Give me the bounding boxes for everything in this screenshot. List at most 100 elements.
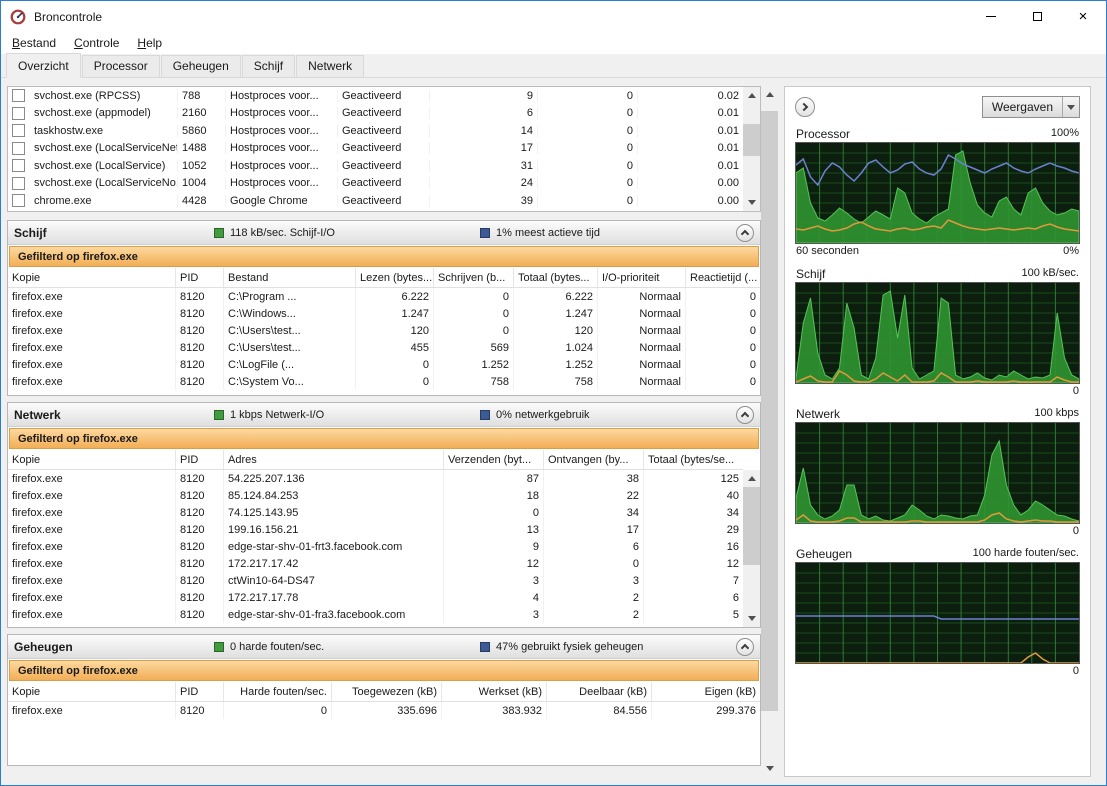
graphs-panel: Weergaven Processor 100% 60 seconden 0%: [784, 86, 1091, 777]
process-description: Google Chrome: [226, 195, 338, 207]
process-checkbox[interactable]: [12, 124, 25, 137]
column-reactietijd[interactable]: Reactietijd (...: [686, 268, 760, 287]
process-row[interactable]: svchost.exe (LocalService) 1052 Hostproc…: [8, 157, 743, 175]
network-row[interactable]: firefox.exe 8120 85.124.84.253 18 22 40: [8, 487, 743, 504]
scroll-down-icon[interactable]: [761, 760, 778, 777]
process-list-scrollbar[interactable]: [743, 87, 760, 211]
network-row[interactable]: firefox.exe 8120 172.217.17.42 12 0 12: [8, 555, 743, 572]
process-avg-cpu: 0.00: [638, 177, 743, 189]
column-lezen[interactable]: Lezen (bytes...: [356, 268, 434, 287]
views-dropdown-button[interactable]: Weergaven: [982, 96, 1080, 118]
minimize-button[interactable]: [968, 1, 1014, 32]
column-eigen[interactable]: Eigen (kB): [652, 682, 760, 701]
network-row[interactable]: firefox.exe 8120 54.225.207.136 87 38 12…: [8, 470, 743, 487]
process-checkbox[interactable]: [12, 194, 25, 207]
scrollbar-thumb[interactable]: [743, 124, 760, 156]
disk-row[interactable]: firefox.exe 8120 C:\Program ... 6.222 0 …: [8, 288, 760, 305]
network-row[interactable]: firefox.exe 8120 172.217.17.78 4 2 6: [8, 589, 743, 606]
process-threads: 39: [430, 195, 538, 207]
main-scrollbar[interactable]: [761, 86, 778, 777]
network-row[interactable]: firefox.exe 8120 ctWin10-64-DS47 3 3 7: [8, 572, 743, 589]
network-row[interactable]: firefox.exe 8120 edge-star-shv-01-frt3.f…: [8, 538, 743, 555]
disk-collapse-button[interactable]: [736, 224, 754, 242]
maximize-icon: [1033, 12, 1042, 21]
process-avg-cpu: 0.01: [638, 160, 743, 172]
chevron-right-icon: [800, 103, 808, 111]
network-row[interactable]: firefox.exe 8120 199.16.156.21 13 17 29: [8, 521, 743, 538]
process-name: svchost.exe (appmodel): [30, 107, 178, 119]
process-cpu: 0: [538, 142, 638, 154]
menu-bestand[interactable]: Bestand: [3, 33, 65, 53]
tab-geheugen[interactable]: Geheugen: [161, 55, 241, 77]
process-avg-cpu: 0.02: [638, 90, 743, 102]
network-row[interactable]: firefox.exe 8120 74.125.143.95 0 34 34: [8, 504, 743, 521]
disk-row[interactable]: firefox.exe 8120 C:\System Vo... 0 758 7…: [8, 373, 760, 390]
process-checkbox[interactable]: [12, 107, 25, 120]
memory-collapse-button[interactable]: [736, 638, 754, 656]
menu-controle[interactable]: Controle: [65, 33, 128, 53]
column-kopie[interactable]: Kopie: [8, 682, 176, 701]
disk-row-name: firefox.exe: [8, 339, 176, 356]
column-werkset[interactable]: Werkset (kB): [442, 682, 547, 701]
network-collapse-button[interactable]: [736, 406, 754, 424]
process-checkbox[interactable]: [12, 142, 25, 155]
process-row[interactable]: svchost.exe (LocalServiceNo... 1004 Host…: [8, 175, 743, 193]
process-row[interactable]: svchost.exe (appmodel) 2160 Hostproces v…: [8, 105, 743, 123]
maximize-button[interactable]: [1014, 1, 1060, 32]
column-totaal[interactable]: Totaal (bytes/se...: [644, 450, 743, 469]
column-ontvangen[interactable]: Ontvangen (by...: [544, 450, 644, 469]
column-io-prioriteit[interactable]: I/O-prioriteit: [598, 268, 686, 287]
window-title: Broncontrole: [34, 10, 102, 24]
process-row[interactable]: chrome.exe 4428 Google Chrome Geactiveer…: [8, 192, 743, 210]
process-checkbox[interactable]: [12, 177, 25, 190]
disk-row[interactable]: firefox.exe 8120 C:\Users\test... 120 0 …: [8, 322, 760, 339]
process-row[interactable]: taskhostw.exe 5860 Hostproces voor... Ge…: [8, 122, 743, 140]
column-kopie[interactable]: Kopie: [8, 450, 176, 469]
column-toegewezen[interactable]: Toegewezen (kB): [332, 682, 442, 701]
column-bestand[interactable]: Bestand: [224, 268, 356, 287]
chart-title: Processor: [796, 127, 850, 141]
scroll-down-icon[interactable]: [743, 610, 760, 627]
tab-processor[interactable]: Processor: [82, 55, 160, 77]
column-schrijven[interactable]: Schrijven (b...: [434, 268, 514, 287]
disk-row[interactable]: firefox.exe 8120 C:\LogFile (... 0 1.252…: [8, 356, 760, 373]
scrollbar-thumb[interactable]: [743, 487, 760, 565]
column-deelbaar[interactable]: Deelbaar (kB): [547, 682, 652, 701]
menu-help[interactable]: Help: [128, 33, 171, 53]
process-row[interactable]: svchost.exe (RPCSS) 788 Hostproces voor.…: [8, 87, 743, 105]
network-table-scrollbar[interactable]: [743, 470, 760, 627]
close-button[interactable]: ×: [1060, 1, 1106, 32]
scroll-up-icon[interactable]: [743, 470, 760, 487]
memory-legend-faults: 0 harde fouten/sec.: [214, 641, 480, 653]
tab-netwerk[interactable]: Netwerk: [296, 55, 364, 77]
memory-row[interactable]: firefox.exe 8120 0 335.696 383.932 84.55…: [8, 702, 760, 719]
column-pid[interactable]: PID: [176, 682, 224, 701]
memory-legend-used: 47% gebruikt fysiek geheugen: [480, 641, 643, 653]
collapse-graphs-button[interactable]: [795, 97, 815, 117]
process-name: taskhostw.exe: [30, 125, 178, 137]
chart-group: Netwerk 100 kbps 0: [795, 406, 1080, 538]
scroll-up-icon[interactable]: [761, 86, 778, 103]
column-kopie[interactable]: Kopie: [8, 268, 176, 287]
column-harde-fouten[interactable]: Harde fouten/sec.: [224, 682, 332, 701]
process-description: Hostproces voor...: [226, 160, 338, 172]
column-totaal[interactable]: Totaal (bytes...: [514, 268, 598, 287]
disk-row[interactable]: firefox.exe 8120 C:\Users\test... 455 56…: [8, 339, 760, 356]
chart-min-label: 0: [1073, 525, 1079, 537]
process-checkbox[interactable]: [12, 89, 25, 102]
network-row[interactable]: firefox.exe 8120 edge-star-shv-01-fra3.f…: [8, 606, 743, 623]
scroll-up-icon[interactable]: [743, 87, 760, 104]
tab-overzicht[interactable]: Overzicht: [6, 53, 81, 78]
disk-row[interactable]: firefox.exe 8120 C:\Windows... 1.247 0 1…: [8, 305, 760, 322]
process-row[interactable]: svchost.exe (LocalServiceNet... 1488 Hos…: [8, 140, 743, 158]
process-checkbox[interactable]: [12, 159, 25, 172]
tab-schijf[interactable]: Schijf: [242, 55, 295, 77]
column-pid[interactable]: PID: [176, 268, 224, 287]
disk-row-pid: 8120: [176, 356, 224, 373]
scroll-down-icon[interactable]: [743, 194, 760, 211]
column-verzenden[interactable]: Verzenden (byt...: [444, 450, 544, 469]
scrollbar-thumb[interactable]: [761, 111, 778, 711]
column-adres[interactable]: Adres: [224, 450, 444, 469]
column-pid[interactable]: PID: [176, 450, 224, 469]
disk-row-pid: 8120: [176, 322, 224, 339]
